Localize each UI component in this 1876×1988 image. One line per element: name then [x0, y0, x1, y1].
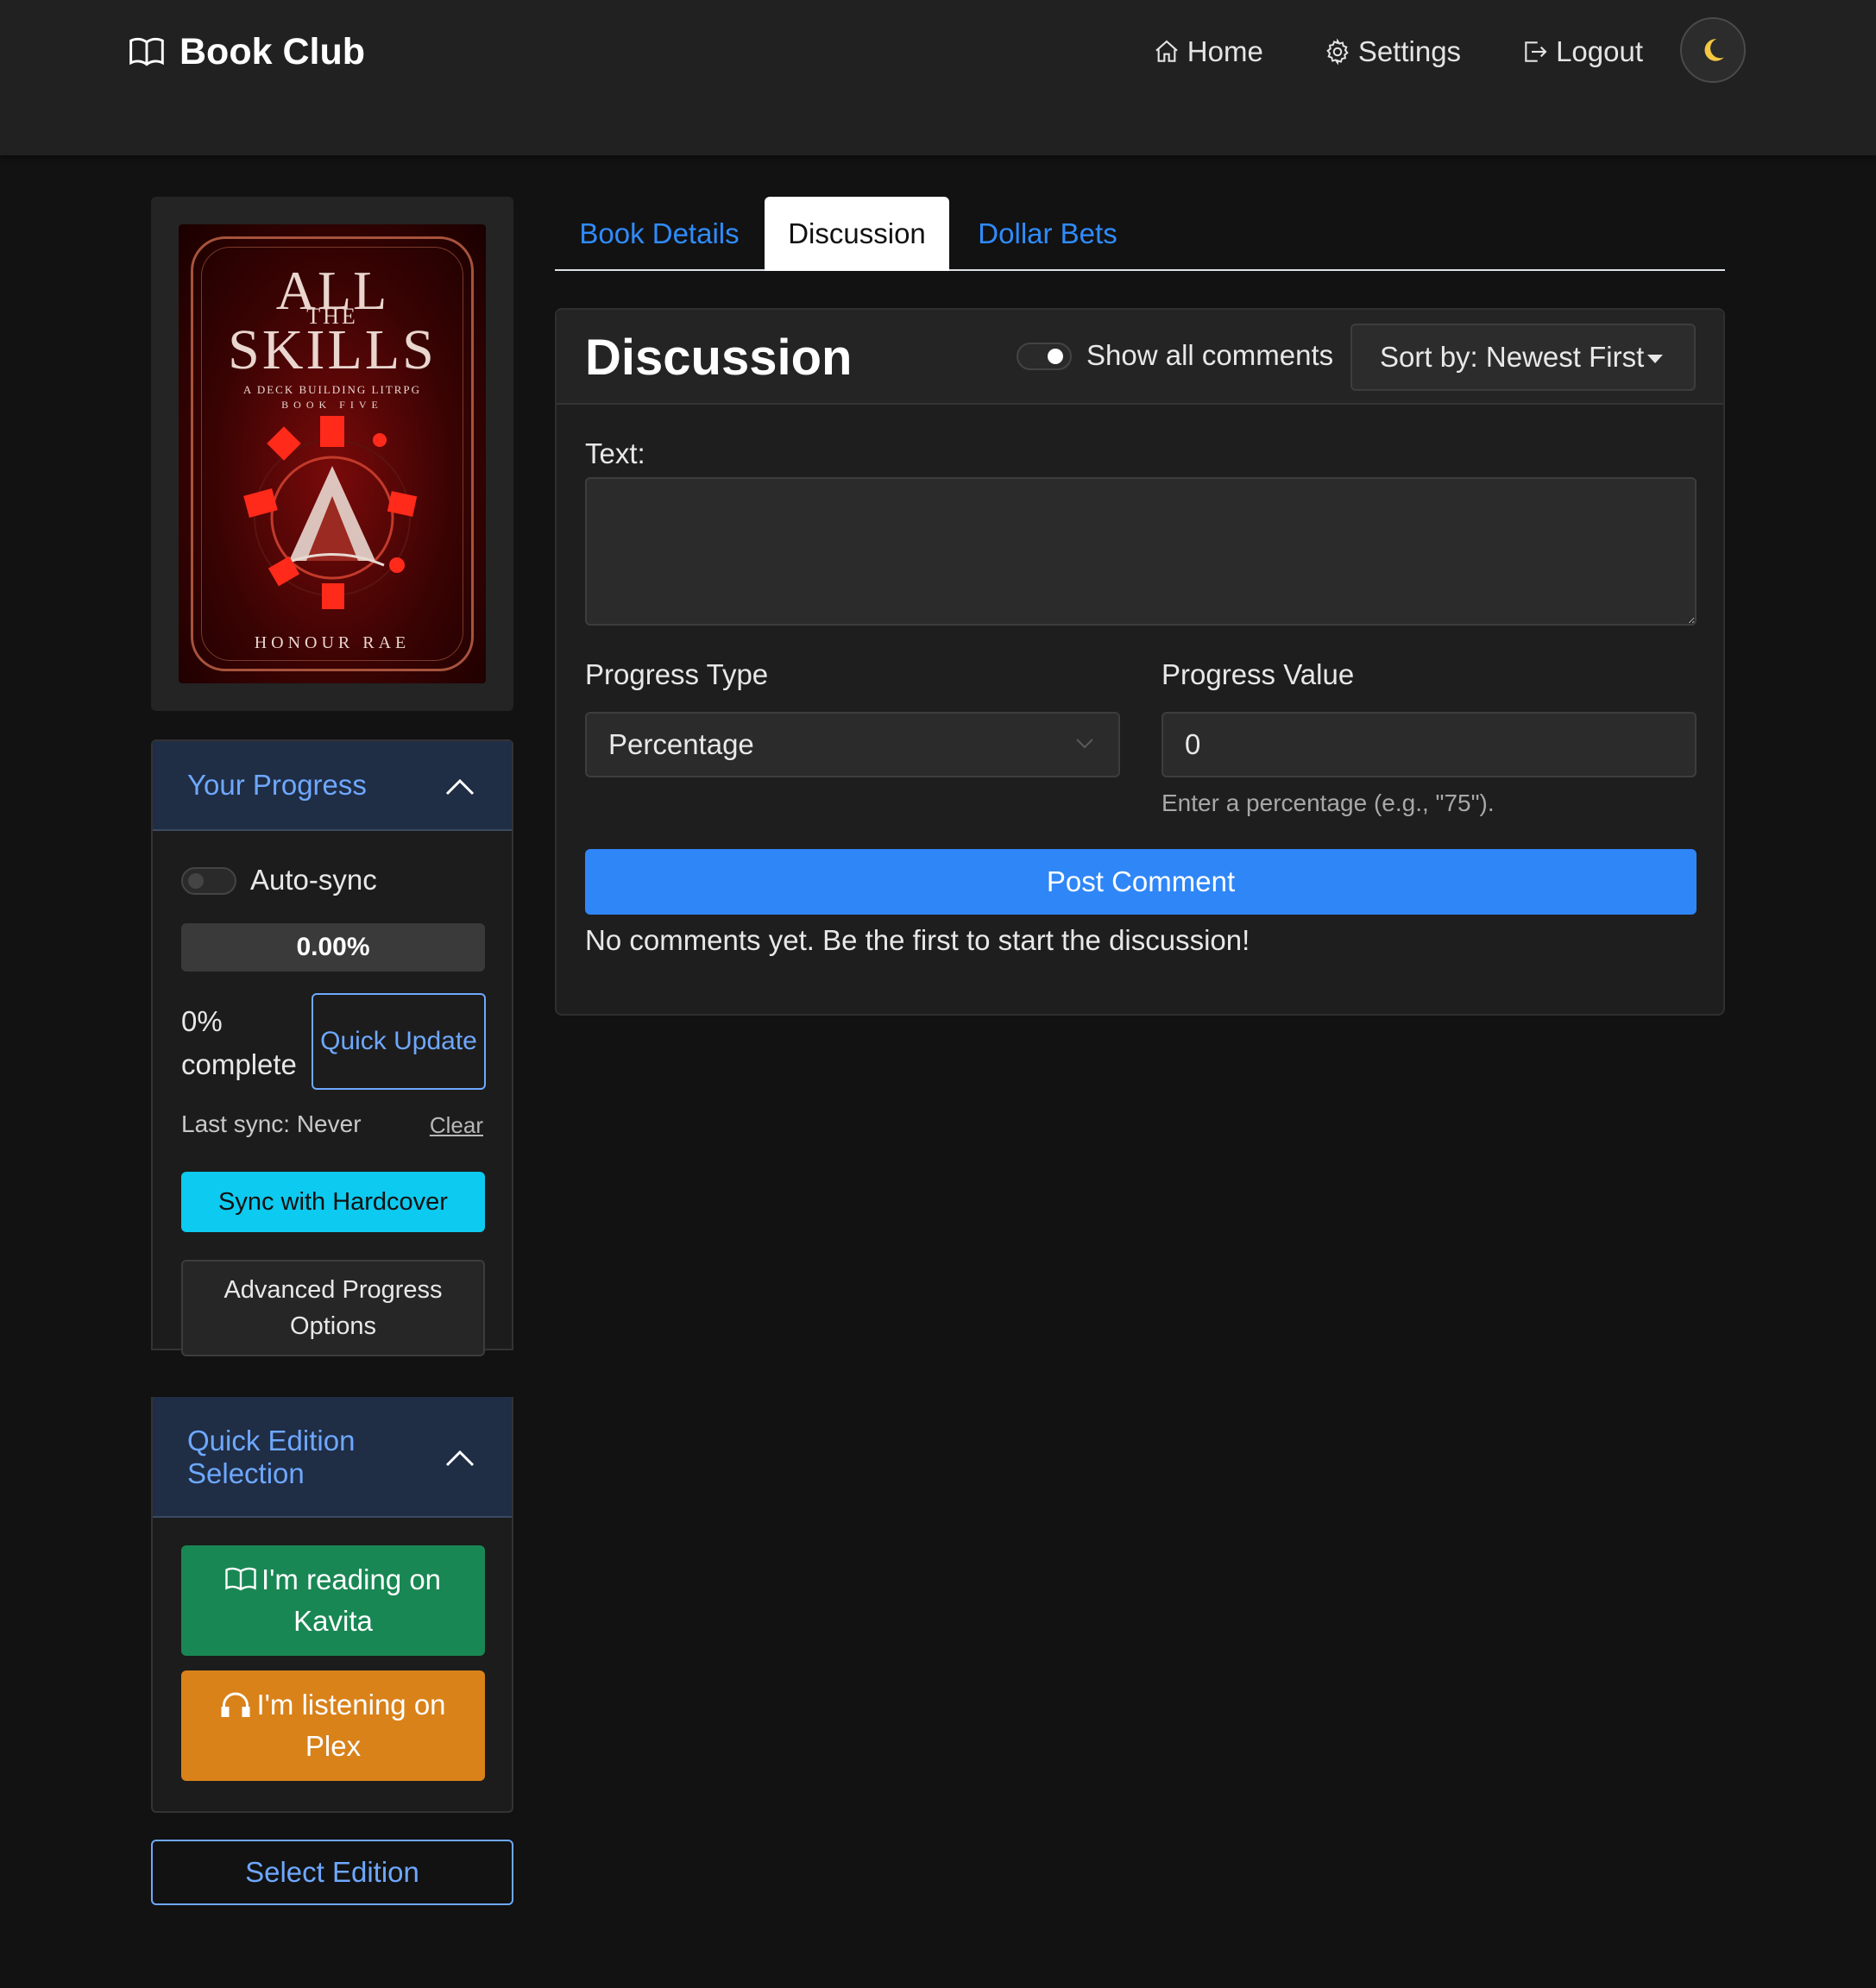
last-sync-text: Last sync: Never [181, 1110, 362, 1137]
headphones-icon [221, 1692, 250, 1717]
home-icon [1155, 40, 1178, 62]
progress-bar: 0.00% [181, 923, 485, 972]
progress-type-value: Percentage [608, 728, 754, 760]
progress-panel-title: Your Progress [187, 769, 367, 801]
progress-value-hint: Enter a percentage (e.g., "75"). [1161, 790, 1495, 816]
quick-update-button[interactable]: Quick Update [312, 993, 486, 1090]
empty-comments-message: No comments yet. Be the first to start t… [585, 924, 1250, 956]
comment-text-input[interactable] [585, 477, 1697, 626]
chevron-up-icon [445, 1450, 475, 1467]
discussion-header: Discussion Show all comments Sort by: Ne… [557, 310, 1723, 405]
brand-name: Book Club [179, 30, 365, 72]
nav-settings-link[interactable]: Settings [1324, 35, 1461, 68]
nav-links: Home Settings Logout [1153, 28, 1643, 76]
progress-percentage: 0.00% [296, 933, 370, 961]
book-cover-image: ALL THE SKILLS A DECK BUILDING LITRPG BO… [179, 224, 486, 683]
plex-button-content: I'm listening on Plex [195, 1684, 471, 1767]
progress-panel: Your Progress Auto-sync 0.00% 0% complet… [151, 739, 513, 1356]
logout-icon [1525, 41, 1547, 62]
theme-toggle-button[interactable] [1680, 17, 1746, 83]
tab-dollar-bets[interactable]: Dollar Bets [949, 197, 1146, 271]
cover-art-mountain [243, 416, 418, 609]
book-open-icon [129, 37, 164, 66]
kavita-button-label: I'm reading on Kavita [261, 1563, 442, 1637]
toggle-knob [1048, 349, 1063, 364]
edition-panel-header[interactable]: Quick Edition Selection [153, 1397, 512, 1518]
progress-value-label: Progress Value [1161, 658, 1355, 690]
show-all-comments-toggle[interactable] [1017, 343, 1072, 370]
sort-dropdown-label: Sort by: Newest First [1380, 341, 1645, 373]
select-edition-button[interactable]: Select Edition [151, 1840, 513, 1905]
plex-button-label: I'm listening on Plex [256, 1689, 446, 1762]
auto-sync-label: Auto-sync [250, 864, 377, 896]
edition-panel: Quick Edition Selection I'm reading on K… [151, 1397, 513, 1813]
percent-complete-text: 0% complete [181, 1005, 297, 1080]
post-comment-button[interactable]: Post Comment [585, 849, 1697, 915]
tab-book-details[interactable]: Book Details [555, 197, 764, 271]
sync-hardcover-button[interactable]: Sync with Hardcover [181, 1172, 485, 1232]
cover-title-line3: SKILLS [228, 318, 437, 381]
nav-home-label: Home [1187, 35, 1263, 67]
nav-settings-label: Settings [1357, 35, 1462, 67]
brand[interactable]: Book Club [128, 28, 365, 76]
kavita-button[interactable]: I'm reading on Kavita [181, 1545, 485, 1656]
toggle-knob [188, 873, 204, 889]
tab-discussion[interactable]: Discussion [765, 197, 949, 271]
moon-icon [1704, 39, 1724, 61]
progress-value-input[interactable] [1161, 712, 1697, 777]
text-field-label: Text: [585, 437, 645, 469]
navbar: Book Club Home Settings Logout [0, 0, 1876, 155]
book-cover-card: ALL THE SKILLS A DECK BUILDING LITRPG BO… [151, 197, 513, 711]
nav-logout-link[interactable]: Logout [1521, 35, 1643, 68]
nav-home-link[interactable]: Home [1153, 35, 1263, 68]
progress-type-label: Progress Type [585, 658, 769, 690]
edition-panel-title: Quick Edition Selection [187, 1425, 356, 1489]
sort-dropdown[interactable]: Sort by: Newest First [1350, 324, 1696, 391]
discussion-card: Discussion Show all comments Sort by: Ne… [555, 308, 1725, 1016]
auto-sync-toggle[interactable] [181, 867, 236, 895]
advanced-progress-options-button[interactable]: Advanced Progress Options [181, 1260, 485, 1356]
plex-button[interactable]: I'm listening on Plex [181, 1670, 485, 1781]
book-open-icon [225, 1567, 256, 1591]
progress-panel-header[interactable]: Your Progress [153, 741, 512, 831]
nav-logout-label: Logout [1556, 35, 1643, 67]
chevron-up-icon [445, 778, 475, 796]
clear-sync-link[interactable]: Clear [430, 1112, 483, 1139]
cover-subtitle: A DECK BUILDING LITRPG [242, 383, 422, 396]
kavita-button-content: I'm reading on Kavita [195, 1559, 471, 1642]
chevron-down-icon [1076, 739, 1093, 749]
gear-icon [1326, 38, 1349, 66]
book-tabs: Book Details Discussion Dollar Bets [555, 197, 1725, 271]
cover-series: BOOK FIVE [281, 399, 383, 411]
show-all-comments-label: Show all comments [1086, 339, 1334, 371]
discussion-title: Discussion [585, 330, 853, 386]
caret-down-icon [1647, 355, 1663, 363]
cover-author: HONOUR RAE [254, 633, 411, 652]
progress-type-select[interactable]: Percentage [585, 712, 1120, 777]
